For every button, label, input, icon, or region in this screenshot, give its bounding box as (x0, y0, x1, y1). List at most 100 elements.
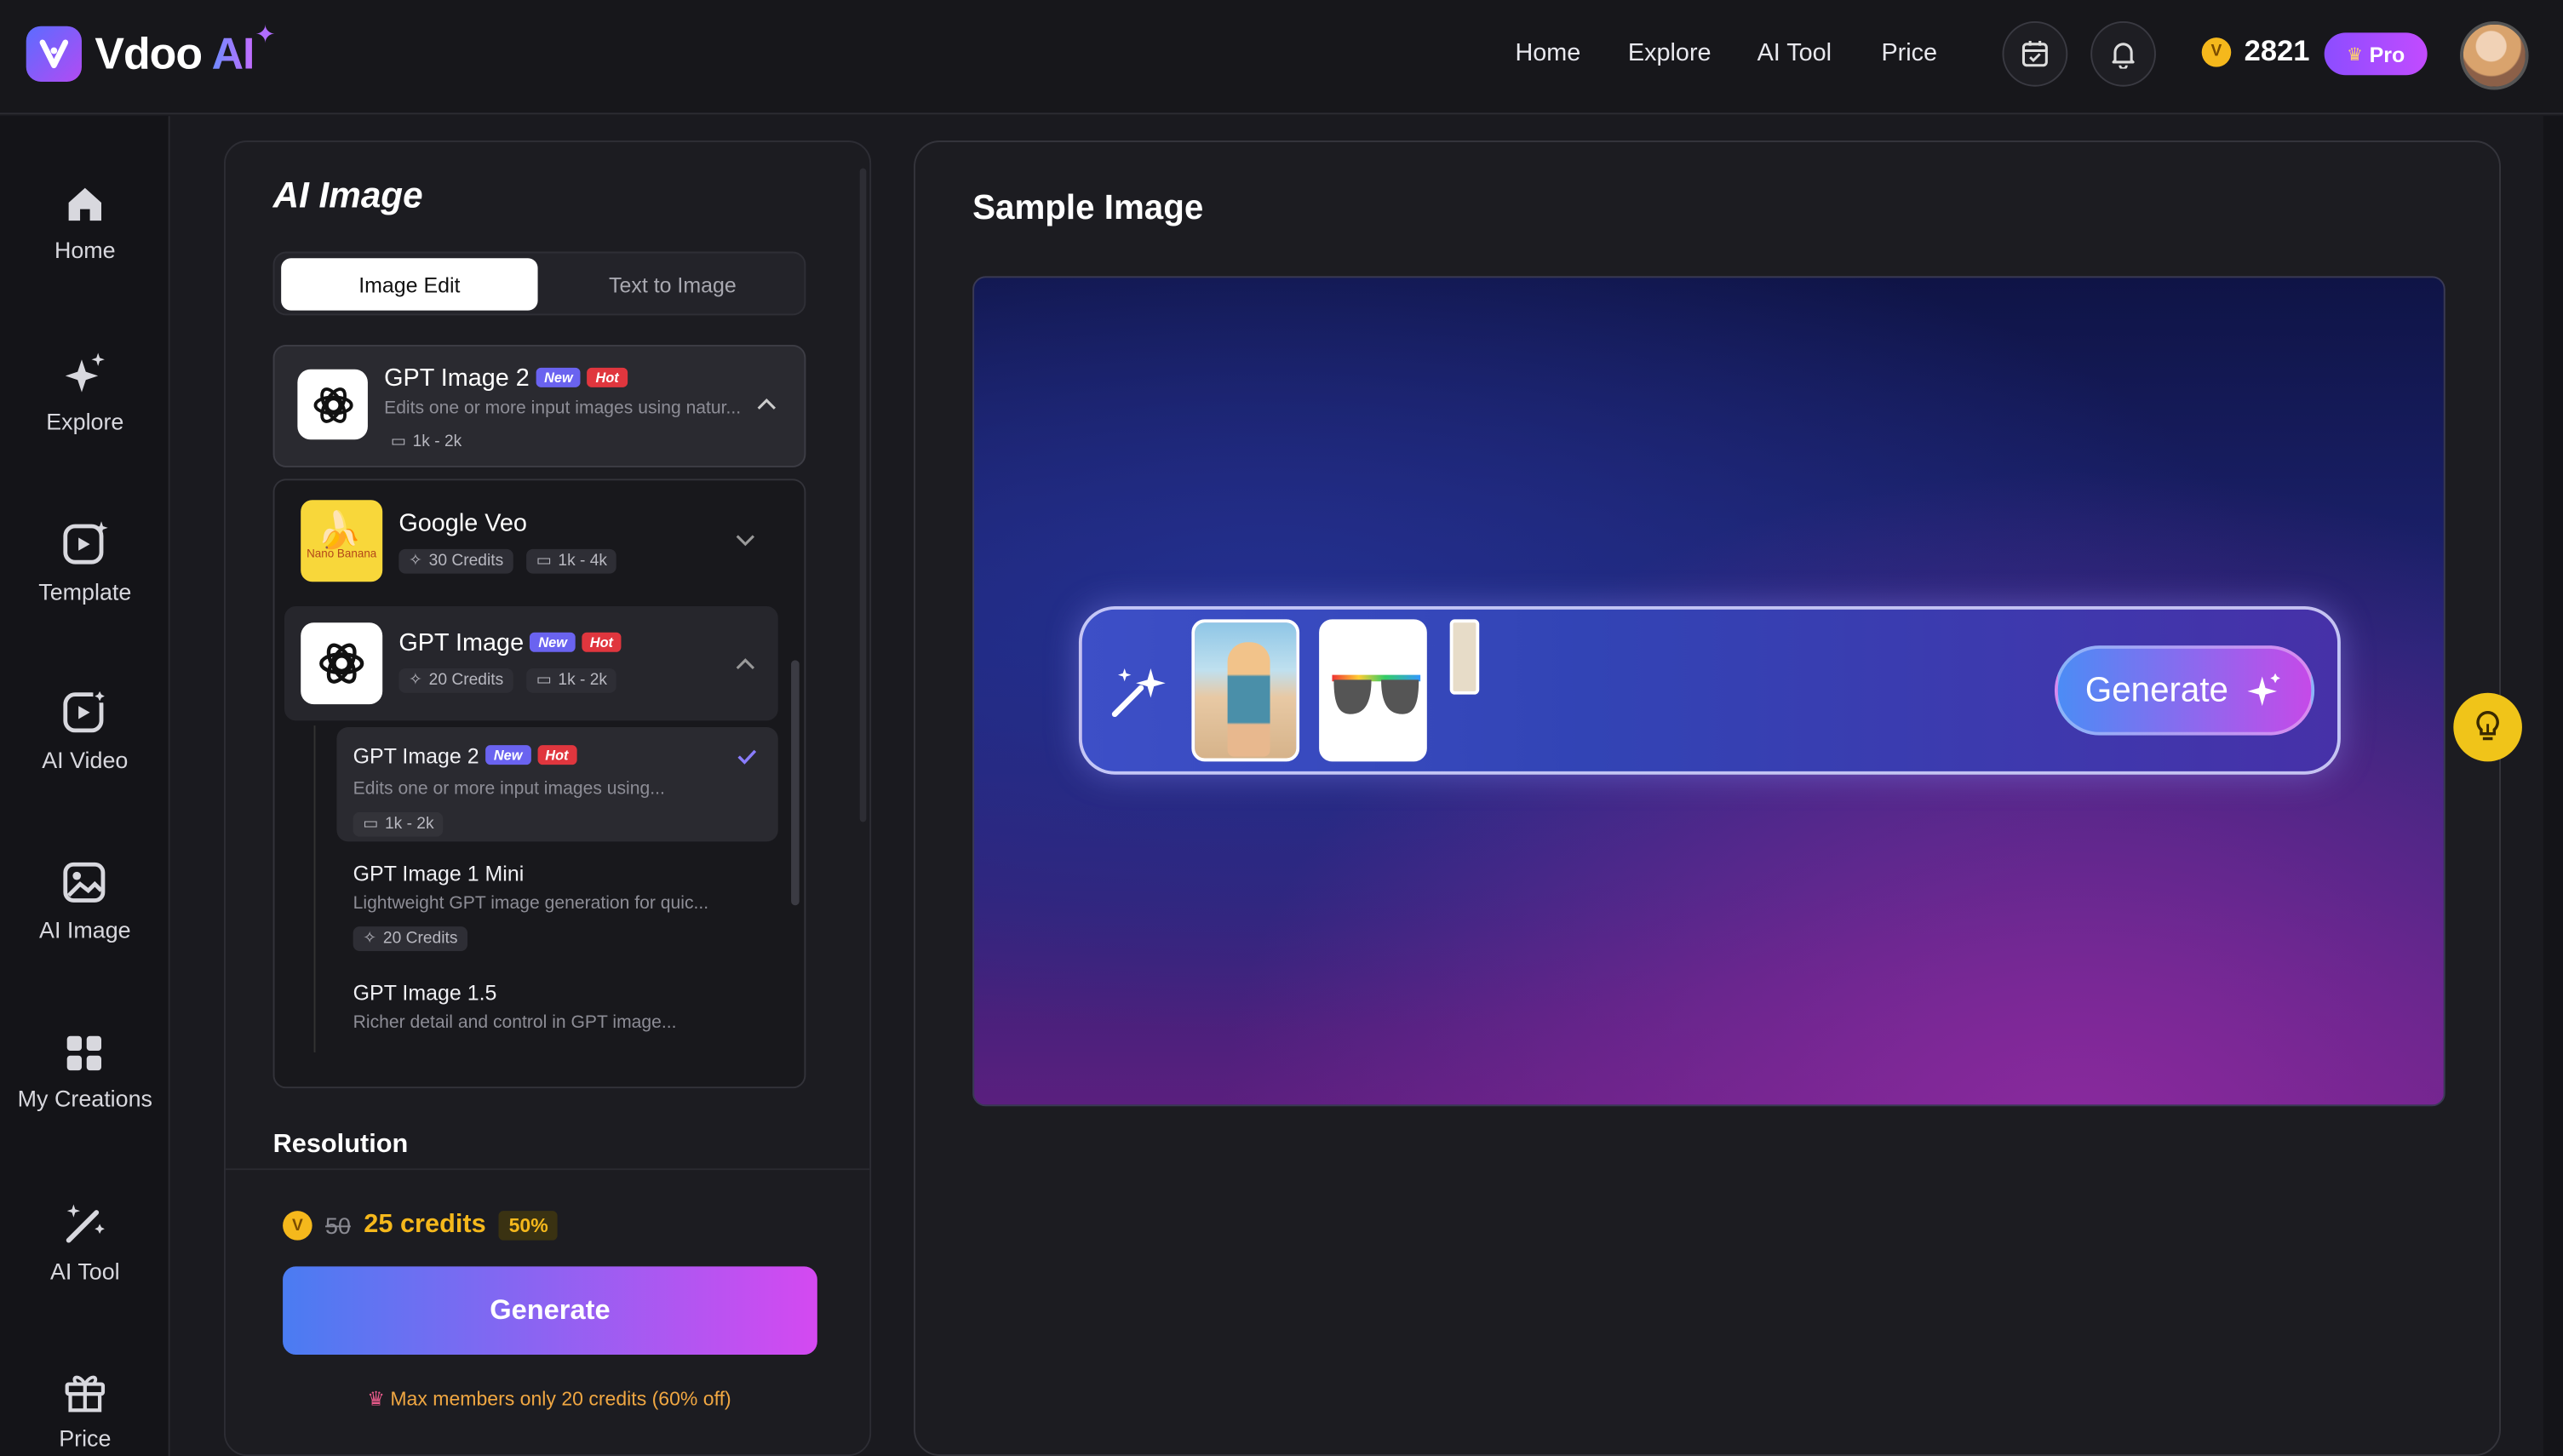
model-selector[interactable]: GPT Image 2 New Hot Edits one or more inpu… (272, 344, 806, 467)
app-name-accent: AI (211, 28, 255, 78)
calendar-button[interactable] (2002, 20, 2068, 87)
woman-photo-thumbnail (1191, 619, 1300, 762)
sidebar-item-ai-video[interactable]: AI Video (0, 688, 170, 773)
ai-image-panel: AI Image Image Edit Text to Image GPT Im… (223, 140, 872, 1456)
tips-button[interactable] (2453, 692, 2522, 762)
chevron-down-icon (736, 535, 755, 547)
credit-balance[interactable]: V 2821 (2201, 34, 2310, 68)
selected-model-res: ▭ 1k - 2k (384, 425, 468, 455)
coin-icon: V (283, 1211, 312, 1241)
res-text: 1k - 2k (412, 433, 462, 451)
credit-count: 2821 (2244, 34, 2310, 67)
new-badge: New (536, 367, 582, 387)
chevron-up-icon (736, 658, 755, 670)
sidebar-item-label: My Creations (17, 1085, 152, 1112)
sparkle-icon (2247, 672, 2281, 706)
gift-icon (65, 1375, 106, 1413)
model-option-google-veo[interactable]: 🍌 Nano Banana Google Veo ✧ 30 Credits ▭ 1k… (274, 480, 777, 603)
mode-tabs: Image Edit Text to Image (272, 251, 806, 316)
sidebar-item-price[interactable]: Price (0, 1369, 170, 1451)
panel-title: AI Image (272, 175, 423, 216)
sidebar-item-template[interactable]: Template (0, 519, 170, 605)
selected-model-desc: Edits one or more input images using nat… (384, 398, 742, 419)
nav-home[interactable]: Home (1515, 39, 1580, 67)
resolution-label: Resolution (272, 1131, 409, 1159)
sub-model-gpt-image-1-mini[interactable]: GPT Image 1 Mini Lightweight GPT image g… (336, 846, 777, 960)
credits-icon: ✧ (408, 671, 423, 690)
nav-explore[interactable]: Explore (1628, 39, 1712, 67)
model-name: Google Veo (398, 509, 527, 538)
grid-icon (66, 1035, 102, 1071)
sunglasses-icon (1332, 674, 1421, 714)
sidebar-item-ai-image[interactable]: AI Image (0, 858, 170, 943)
sample-panel: Sample Image Generate (914, 140, 2501, 1456)
model-dropdown: 🍌 Nano Banana Google Veo ✧ 30 Credits ▭ 1k… (272, 479, 806, 1089)
sidebar-item-explore[interactable]: Explore (0, 350, 170, 435)
hot-badge: Hot (536, 745, 577, 765)
sidebar-item-label: Explore (46, 408, 124, 435)
new-badge: New (530, 632, 576, 652)
nav-price[interactable]: Price (1881, 39, 1937, 67)
price-row: V 50 25 credits 50% (283, 1211, 559, 1241)
home-icon (68, 187, 102, 221)
sub-model-gpt-image-1-5[interactable]: GPT Image 1.5 Richer detail and control … (336, 966, 777, 1056)
discount-badge: 50% (499, 1211, 559, 1241)
sidebar-item-home[interactable]: Home (0, 181, 170, 263)
page-scrollbar-track[interactable] (2543, 116, 2563, 1456)
sub-model-name: GPT Image 1.5 (353, 980, 497, 1006)
tab-image-edit[interactable]: Image Edit (281, 258, 538, 311)
hot-badge: Hot (587, 367, 628, 387)
model-meta: ✧ 20 Credits ▭ 1k - 2k (398, 668, 617, 693)
magic-wand-icon (66, 1204, 105, 1243)
sidebar: Home Explore Template AI Video AI Image … (0, 116, 170, 1456)
res-text: 1k - 2k (558, 671, 608, 690)
sparkle-icon (65, 353, 105, 393)
sub-model-gpt-image-2[interactable]: GPT Image 2 New Hot Edits one or more inpu… (336, 727, 778, 842)
monitor-icon: ▭ (536, 671, 552, 690)
crown-icon: ♛ (2347, 44, 2363, 65)
magic-wand-icon (1111, 668, 1166, 718)
ai-image-icon (63, 862, 106, 903)
selected-model-header: GPT Image 2 New Hot (384, 364, 628, 394)
check-icon (737, 749, 757, 765)
notification-button[interactable] (2090, 20, 2156, 87)
res-text: 1k - 4k (558, 552, 608, 570)
panel-scrollbar[interactable] (859, 168, 867, 823)
model-name: GPT Image (398, 628, 525, 657)
sample-title: Sample Image (972, 189, 1204, 227)
member-note-text: Max members only 20 credits (60% off) (390, 1387, 731, 1411)
bell-icon (2112, 43, 2135, 69)
nav-ai-tool[interactable]: AI Tool (1757, 39, 1832, 67)
pro-label: Pro (2369, 41, 2405, 66)
sidebar-item-label: AI Video (42, 747, 129, 773)
ai-video-icon (63, 689, 106, 733)
user-avatar[interactable] (2459, 20, 2529, 90)
sample-generate-label: Generate (2084, 670, 2228, 708)
sub-model-name: GPT Image 1 Mini (353, 861, 525, 886)
sidebar-item-label: Price (59, 1424, 112, 1452)
pro-badge[interactable]: ♛ Pro (2324, 32, 2428, 76)
model-option-gpt-image[interactable]: GPT Image New Hot ✧ 20 Credits ▭ 1k - 2k (284, 606, 778, 721)
tab-text-to-image[interactable]: Text to Image (544, 258, 800, 310)
sunglasses-thumbnail (1319, 619, 1427, 762)
app-logo[interactable]: Vdoo AI ✦ (26, 21, 276, 82)
coin-icon: V (2201, 37, 2232, 66)
res-text: 1k - 2k (384, 815, 434, 834)
monitor-icon: ▭ (363, 815, 379, 834)
sample-generate-button: Generate (2054, 645, 2315, 736)
nano-banana-icon: 🍌 Nano Banana (301, 500, 383, 582)
sidebar-item-my-creations[interactable]: My Creations (0, 1033, 170, 1111)
crown-icon: ♛ (367, 1387, 385, 1411)
member-note: ♛ Max members only 20 credits (60% off) (226, 1387, 869, 1411)
sidebar-item-ai-tool[interactable]: AI Tool (0, 1200, 170, 1285)
template-icon (63, 521, 108, 565)
app-name: Vdoo AI (95, 28, 255, 78)
calendar-icon (2021, 40, 2048, 67)
dropdown-scrollbar[interactable] (791, 660, 800, 906)
openai-icon (301, 622, 383, 705)
selected-model-name: GPT Image 2 (384, 364, 530, 393)
sidebar-item-label: AI Tool (49, 1258, 120, 1285)
chevron-up-icon (757, 398, 776, 410)
generate-button[interactable]: Generate (283, 1266, 817, 1356)
sidebar-item-label: Template (38, 578, 132, 605)
